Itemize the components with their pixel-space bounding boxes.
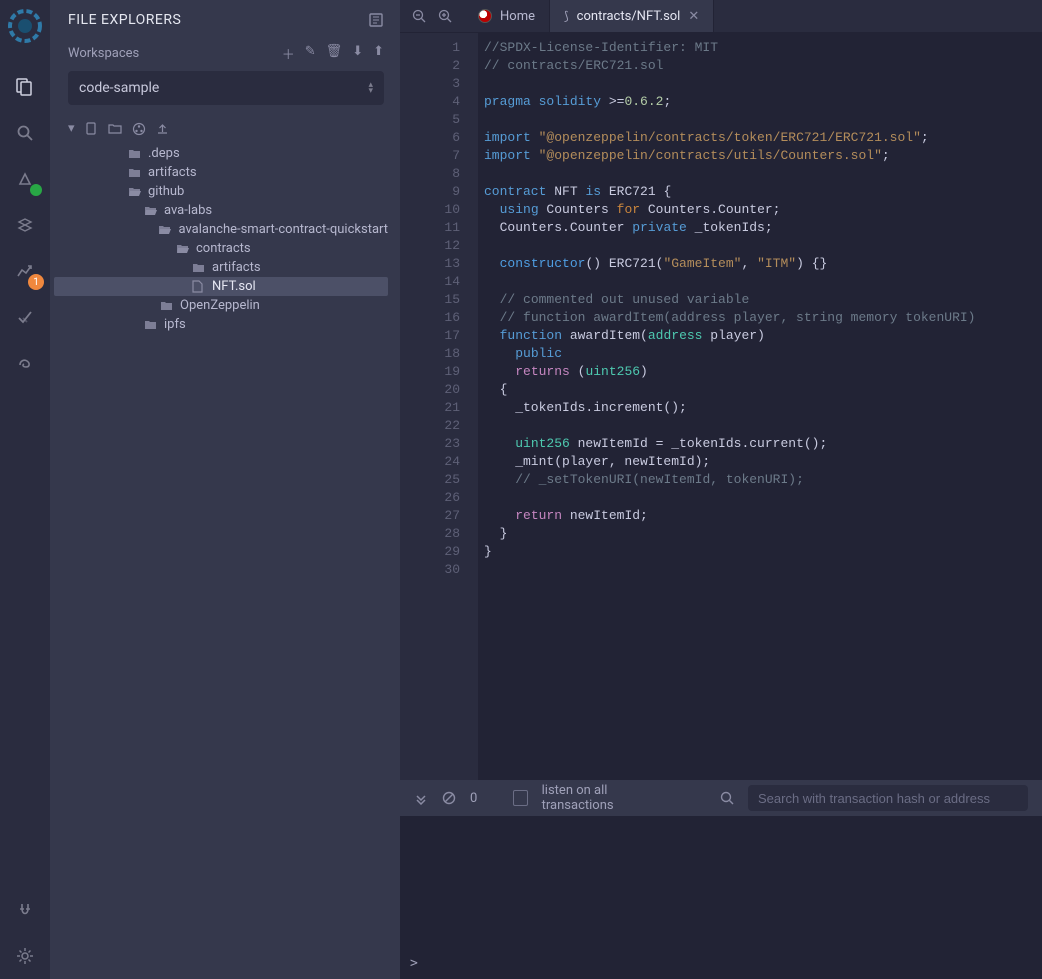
tree-item-label: ipfs	[164, 317, 186, 332]
tree-item[interactable]: artifacts	[54, 258, 388, 277]
file-tree: .deps artifacts github ava-labs avalanche-sm…	[50, 144, 400, 334]
main-area: Home ⟆ contracts/NFT.sol ✕ 1234567891011…	[400, 0, 1042, 979]
code-area[interactable]: //SPDX-License-Identifier: MIT// contrac…	[478, 33, 1042, 780]
tree-item-label: OpenZeppelin	[180, 298, 260, 313]
tab-home-label: Home	[500, 9, 535, 24]
file-explorer-icon[interactable]	[10, 72, 40, 102]
ws-upload-icon[interactable]: ⬆	[373, 44, 384, 63]
new-file-icon[interactable]	[85, 122, 98, 135]
upload-file-icon[interactable]	[156, 122, 169, 135]
zoom-out-icon[interactable]	[412, 9, 426, 23]
terminal-prompt: >	[410, 956, 1032, 971]
tab-bar: Home ⟆ contracts/NFT.sol ✕	[400, 0, 1042, 33]
new-folder-icon[interactable]	[108, 122, 122, 135]
deploy-icon[interactable]	[10, 210, 40, 240]
line-gutter: 1234567891011121314151617181920212223242…	[400, 33, 478, 780]
settings-icon[interactable]	[10, 941, 40, 971]
tree-item[interactable]: artifacts	[54, 163, 388, 182]
tree-item[interactable]: avalanche-smart-contract-quickstart	[54, 220, 388, 239]
tree-item[interactable]: ava-labs	[54, 201, 388, 220]
tree-item[interactable]: NFT.sol	[54, 277, 388, 296]
tree-item[interactable]: contracts	[54, 239, 388, 258]
search-icon[interactable]	[10, 118, 40, 148]
tab-active[interactable]: ⟆ contracts/NFT.sol ✕	[550, 0, 714, 32]
tests-icon[interactable]	[10, 302, 40, 332]
file-icon	[192, 280, 206, 293]
icon-sidebar: 1	[0, 0, 50, 979]
tree-item-label: NFT.sol	[212, 279, 256, 294]
folder-icon	[192, 261, 206, 274]
tx-search-input[interactable]	[748, 785, 1028, 811]
terminal-toggle-icon[interactable]	[414, 791, 428, 805]
plugin-manager-icon[interactable]	[10, 895, 40, 925]
tree-item-label: avalanche-smart-contract-quickstart	[178, 222, 388, 237]
workspace-selected: code-sample	[79, 80, 159, 96]
tree-item-label: artifacts	[148, 165, 197, 180]
select-chevron-icon: ▴▾	[368, 82, 373, 94]
panel-title: FILE EXPLORERS	[68, 12, 181, 28]
listen-label: listen on all transactions	[542, 783, 672, 813]
tab-active-label: contracts/NFT.sol	[577, 9, 681, 24]
plugin-swirl-icon[interactable]	[10, 348, 40, 378]
tree-item-label: ava-labs	[164, 203, 212, 218]
ws-download-icon[interactable]: ⬇	[352, 44, 363, 63]
ws-add-icon[interactable]: ＋	[282, 44, 295, 63]
ws-rename-icon[interactable]: ✎	[305, 44, 316, 63]
home-icon	[478, 9, 492, 23]
docs-icon[interactable]	[368, 12, 384, 28]
folder-icon	[128, 166, 142, 179]
tree-item-label: artifacts	[212, 260, 261, 275]
tree-collapse-icon[interactable]: ▾	[68, 121, 75, 136]
tab-home[interactable]: Home	[464, 0, 550, 32]
terminal-toolbar: 0 listen on all transactions	[400, 780, 1042, 816]
solidity-file-icon: ⟆	[564, 9, 569, 23]
folder-icon	[128, 147, 142, 160]
workspaces-label: Workspaces	[68, 46, 139, 61]
analysis-badge: 1	[28, 274, 44, 290]
file-explorer-panel: FILE EXPLORERS Workspaces ＋ ✎ 🗑 ⬇ ⬆ code…	[50, 0, 400, 979]
tree-item-label: contracts	[196, 241, 251, 256]
folder-open-icon	[144, 204, 158, 217]
compiler-icon[interactable]	[10, 164, 40, 194]
folder-open-icon	[158, 223, 172, 236]
folder-open-icon	[128, 185, 142, 198]
tree-item[interactable]: OpenZeppelin	[54, 296, 388, 315]
tree-item-label: .deps	[148, 146, 180, 161]
pending-count: 0	[470, 791, 477, 806]
code-editor[interactable]: 1234567891011121314151617181920212223242…	[400, 33, 1042, 780]
tree-item[interactable]: .deps	[54, 144, 388, 163]
zoom-in-icon[interactable]	[438, 9, 452, 23]
clear-icon[interactable]	[442, 791, 456, 805]
analysis-icon[interactable]: 1	[10, 256, 40, 286]
status-ok-badge	[30, 184, 42, 196]
ws-delete-icon[interactable]: 🗑	[326, 44, 343, 63]
tree-item-label: github	[148, 184, 184, 199]
gist-icon[interactable]	[132, 122, 146, 136]
folder-open-icon	[176, 242, 190, 255]
tree-item[interactable]: ipfs	[54, 315, 388, 334]
term-search-icon[interactable]	[720, 791, 734, 805]
terminal[interactable]: >	[400, 816, 1042, 979]
workspace-select[interactable]: code-sample ▴▾	[68, 71, 384, 105]
listen-checkbox[interactable]	[513, 790, 528, 806]
tree-item[interactable]: github	[54, 182, 388, 201]
folder-icon	[144, 318, 158, 331]
remix-logo	[7, 8, 43, 44]
close-tab-icon[interactable]: ✕	[688, 9, 699, 24]
folder-icon	[160, 299, 174, 312]
